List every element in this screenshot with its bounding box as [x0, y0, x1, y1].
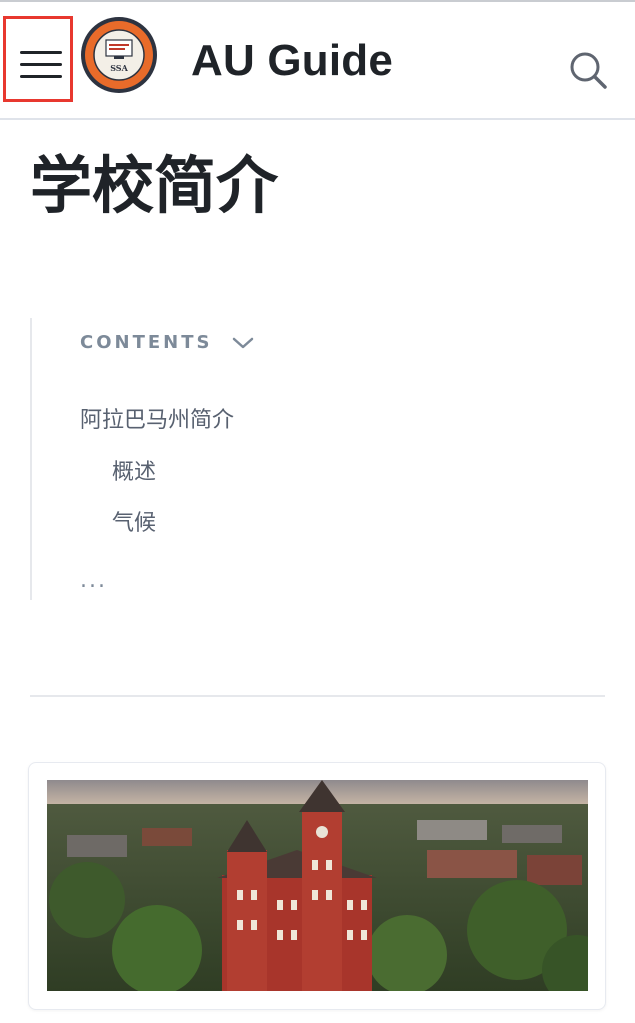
toc-toggle[interactable]: CONTENTS: [80, 332, 254, 353]
content-divider: [30, 695, 605, 697]
hamburger-menu-icon: [20, 51, 62, 54]
svg-text:SSA: SSA: [110, 63, 128, 73]
page-title: 学校简介: [30, 149, 279, 222]
site-logo[interactable]: SSA: [80, 16, 158, 94]
search-icon[interactable]: [566, 48, 610, 92]
image-card: [28, 762, 606, 1010]
site-header: SSA AU Guide: [0, 2, 635, 120]
campus-aerial-photo: [47, 780, 588, 991]
table-of-contents: CONTENTS 阿拉巴马州简介 概述 气候 ...: [30, 318, 610, 600]
site-title[interactable]: AU Guide: [191, 36, 393, 86]
chevron-down-icon: [233, 337, 254, 348]
toc-more-ellipsis[interactable]: ...: [80, 568, 107, 593]
toc-heading: CONTENTS: [80, 332, 213, 353]
toc-item-climate[interactable]: 气候: [112, 505, 156, 537]
toc-item-alabama-intro[interactable]: 阿拉巴马州简介: [80, 402, 234, 434]
toc-item-overview[interactable]: 概述: [112, 454, 156, 486]
menu-button[interactable]: [3, 16, 73, 102]
